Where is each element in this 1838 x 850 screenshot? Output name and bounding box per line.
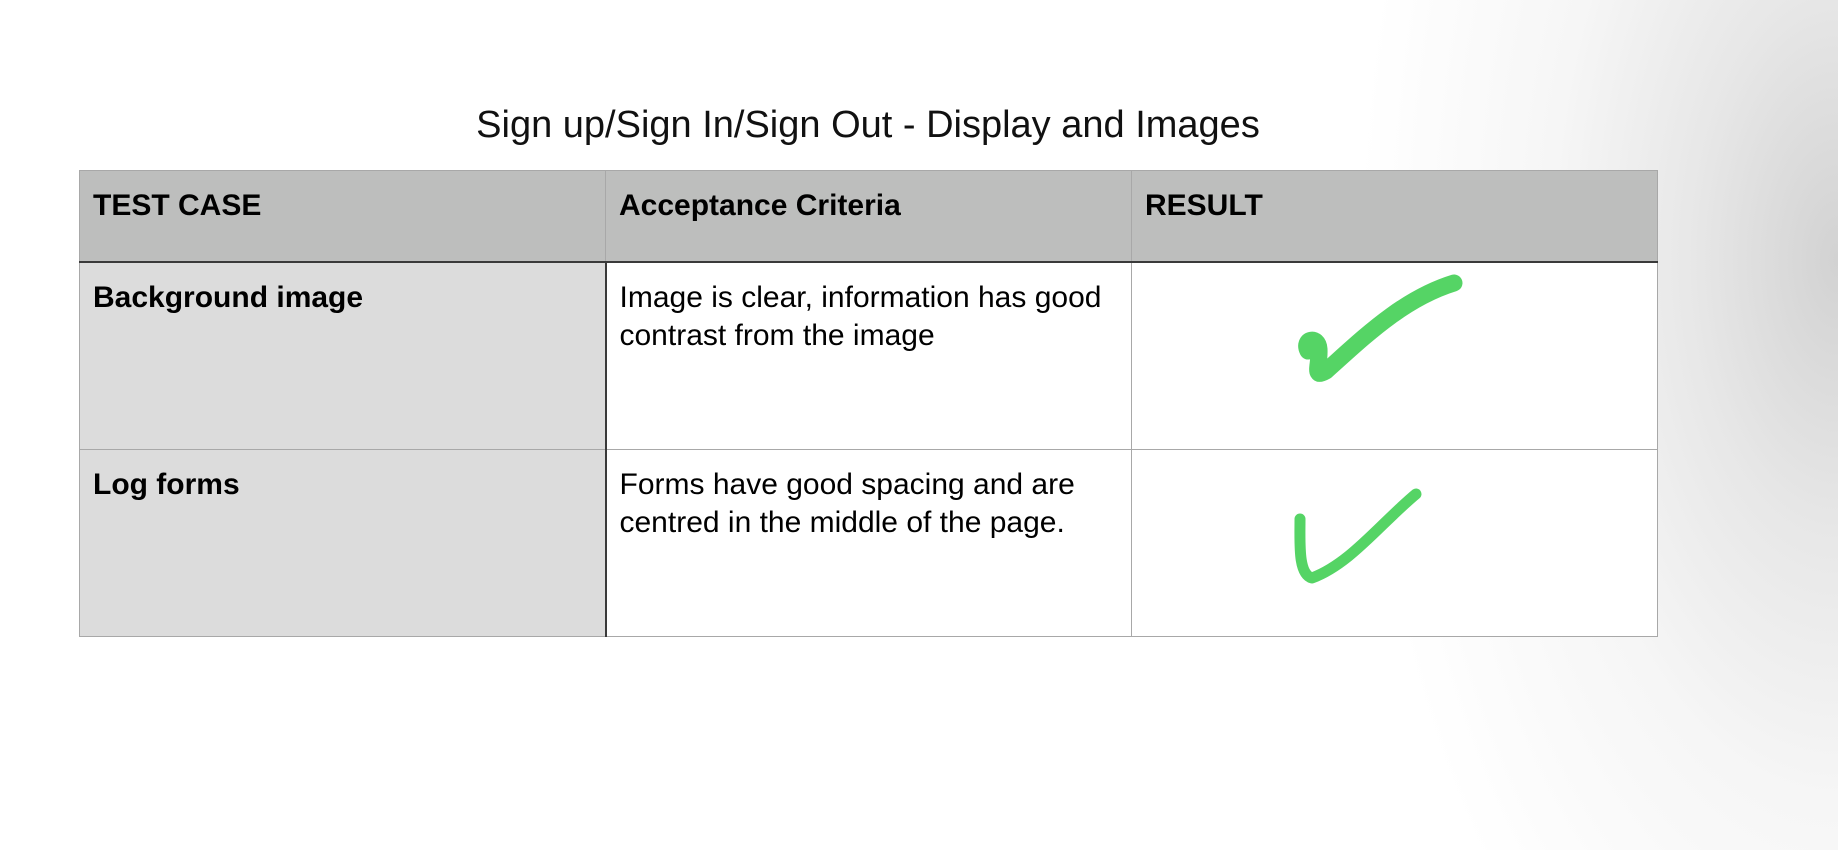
- header-test-case: TEST CASE: [79, 170, 606, 263]
- test-case-cell: Log forms: [79, 449, 607, 637]
- checkmark-icon: [1298, 274, 1463, 382]
- checkmark-icon: [1294, 488, 1422, 584]
- header-result: RESULT: [1131, 170, 1658, 263]
- test-results-table: TEST CASE Acceptance Criteria RESULT Bac…: [79, 170, 1658, 637]
- table-header-row: TEST CASE Acceptance Criteria RESULT: [79, 170, 1658, 263]
- result-cell: [1131, 261, 1658, 450]
- table-row: Log forms Forms have good spacing and ar…: [79, 449, 1658, 637]
- test-case-cell: Background image: [79, 261, 607, 450]
- criteria-cell: Image is clear, information has good con…: [605, 261, 1132, 450]
- table-row: Background image Image is clear, informa…: [79, 261, 1658, 450]
- slide-title: Sign up/Sign In/Sign Out - Display and I…: [476, 104, 1260, 146]
- header-acceptance-criteria: Acceptance Criteria: [605, 170, 1132, 263]
- result-cell: [1131, 449, 1658, 637]
- criteria-cell: Forms have good spacing and are centred …: [605, 449, 1132, 637]
